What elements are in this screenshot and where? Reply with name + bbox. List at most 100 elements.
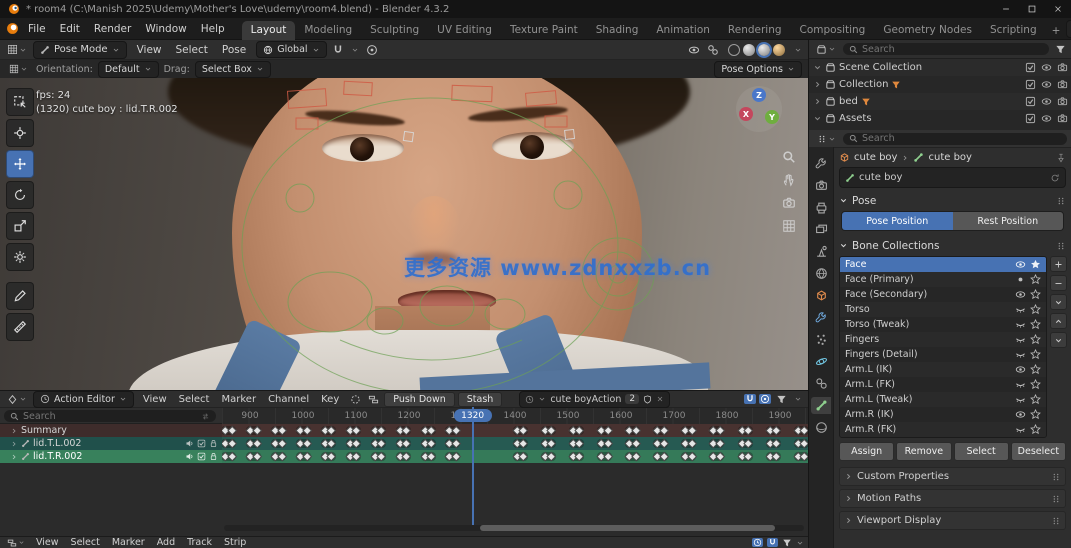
prop-tab-material[interactable] [811, 419, 831, 436]
channel-name-cell[interactable]: lid.T.L.002 [0, 437, 222, 450]
drag-handle-icon[interactable] [1051, 472, 1061, 482]
keyframe[interactable] [512, 426, 529, 435]
action-users-count[interactable]: 2 [625, 394, 640, 404]
filter-dropdown-icon[interactable] [792, 394, 804, 404]
keyframe[interactable] [709, 426, 725, 435]
tool-settings-icon[interactable] [6, 63, 31, 75]
menu-track[interactable]: Track [181, 537, 218, 548]
visibility-eye-toggle[interactable] [1015, 394, 1026, 405]
keyframe[interactable] [596, 439, 613, 448]
visibility-eye-toggle[interactable] [1015, 274, 1026, 285]
workspace-tab-shading[interactable]: Shading [587, 21, 648, 40]
keyframe[interactable] [245, 452, 262, 461]
prop-tab-world[interactable] [811, 265, 831, 282]
solo-star-toggle[interactable] [1030, 274, 1041, 285]
checkbox-toggle[interactable] [1025, 79, 1036, 90]
prop-tab-particles[interactable] [811, 331, 831, 348]
prop-tab-object[interactable] [811, 287, 831, 304]
expand-toggle-icon[interactable] [813, 80, 822, 89]
shading-material-icon[interactable] [756, 41, 772, 58]
menu-select[interactable]: Select [65, 537, 106, 548]
solo-star-toggle[interactable] [1030, 364, 1041, 375]
keyframe[interactable] [737, 439, 753, 448]
armature-name[interactable]: cute boy [859, 172, 902, 183]
channel-row-lid-t-r-002[interactable]: lid.T.R.002 [0, 450, 808, 463]
menu-select[interactable]: Select [169, 42, 215, 58]
rest-position-button[interactable]: Rest Position [952, 212, 1063, 230]
solo-star-toggle[interactable] [1030, 304, 1041, 315]
editor-type-button[interactable] [814, 133, 839, 145]
keyframe[interactable] [270, 439, 287, 448]
blender-menu-icon[interactable] [4, 21, 21, 36]
transform-orientation-selector[interactable]: Global [256, 41, 327, 58]
bone-collection-row[interactable]: Arm.R (FK) [840, 422, 1046, 437]
visibility-eye-toggle[interactable] [1015, 409, 1026, 420]
outliner-row[interactable]: Collection [809, 76, 1071, 93]
keyframe[interactable] [295, 439, 312, 448]
unlink-action-icon[interactable] [656, 395, 664, 403]
include-toggle-icon[interactable] [197, 439, 206, 448]
workspace-tab-animation[interactable]: Animation [647, 21, 719, 40]
bone-collection-row[interactable]: Face (Secondary) [840, 287, 1046, 302]
drag-handle-icon[interactable] [1051, 494, 1061, 504]
pose-position-button[interactable]: Pose Position [842, 212, 953, 230]
lock-toggle-icon[interactable] [209, 452, 218, 461]
tool-transform[interactable] [6, 243, 34, 271]
nla-sync-toggle-icon[interactable] [752, 538, 763, 547]
keyframe[interactable] [395, 426, 411, 435]
refresh-icon[interactable] [1050, 173, 1060, 183]
menu-strip[interactable]: Strip [218, 537, 252, 548]
drag-handle-icon[interactable] [1051, 516, 1061, 526]
editor-type-button[interactable] [4, 43, 30, 56]
keyframe[interactable] [765, 452, 781, 461]
keyframe[interactable] [540, 452, 557, 461]
keyframe[interactable] [222, 426, 237, 435]
keyframe[interactable] [345, 452, 362, 461]
outliner-item-label[interactable]: Collection [839, 79, 888, 90]
keyframe[interactable] [345, 439, 362, 448]
keyframe[interactable] [370, 452, 386, 461]
proportional-keys-toggle-icon[interactable] [759, 394, 771, 404]
workspace-tab-uv-editing[interactable]: UV Editing [428, 21, 501, 40]
keyframe[interactable] [320, 439, 337, 448]
channel-row-summary[interactable]: Summary [0, 424, 808, 437]
mute-toggle-icon[interactable] [185, 439, 194, 448]
menu-view[interactable]: View [30, 537, 65, 548]
keyframe[interactable] [681, 426, 697, 435]
panel-custom-properties[interactable]: Custom Properties [839, 467, 1066, 486]
solo-star-toggle[interactable] [1030, 289, 1041, 300]
zoom-icon[interactable] [782, 150, 796, 164]
breadcrumb-item[interactable]: cute boy [854, 152, 897, 163]
shading-wireframe-icon[interactable] [728, 43, 740, 56]
keyframe[interactable] [624, 439, 641, 448]
workspace-tab-scripting[interactable]: Scripting [981, 21, 1046, 40]
prop-tab-tool[interactable] [811, 155, 831, 172]
nla-snap-toggle-icon[interactable] [767, 538, 778, 547]
keyframe-area[interactable] [222, 450, 808, 463]
keyframe[interactable] [737, 426, 753, 435]
keyframe[interactable] [270, 426, 287, 435]
auto-snap-toggle-icon[interactable] [744, 394, 756, 404]
keyframe[interactable] [222, 439, 237, 448]
solo-star-toggle[interactable] [1030, 409, 1041, 420]
close-button[interactable] [1053, 4, 1063, 14]
tool-cursor[interactable] [6, 119, 34, 147]
remove-collection-button[interactable] [1050, 275, 1067, 291]
drag-handle-icon[interactable] [1056, 196, 1066, 206]
shading-dropdown-icon[interactable] [792, 45, 804, 55]
bone-collection-row[interactable]: Fingers (Detail) [840, 347, 1046, 362]
solo-star-toggle[interactable] [1030, 334, 1041, 345]
solo-star-toggle[interactable] [1030, 349, 1041, 360]
workspace-tab-rendering[interactable]: Rendering [719, 21, 791, 40]
keyframe[interactable] [395, 439, 411, 448]
show-overlays-icon[interactable] [686, 43, 702, 57]
prop-tab-scene[interactable] [811, 243, 831, 260]
keyframe[interactable] [793, 426, 808, 435]
checkbox-toggle[interactable] [1025, 113, 1036, 124]
outliner-item-label[interactable]: Scene Collection [839, 62, 922, 73]
prop-tab-constraints[interactable] [811, 375, 831, 392]
menu-render[interactable]: Render [87, 21, 138, 37]
keyframe[interactable] [681, 439, 697, 448]
collection-specials-menu[interactable] [1050, 294, 1067, 310]
visibility-eye-toggle[interactable] [1015, 259, 1026, 270]
